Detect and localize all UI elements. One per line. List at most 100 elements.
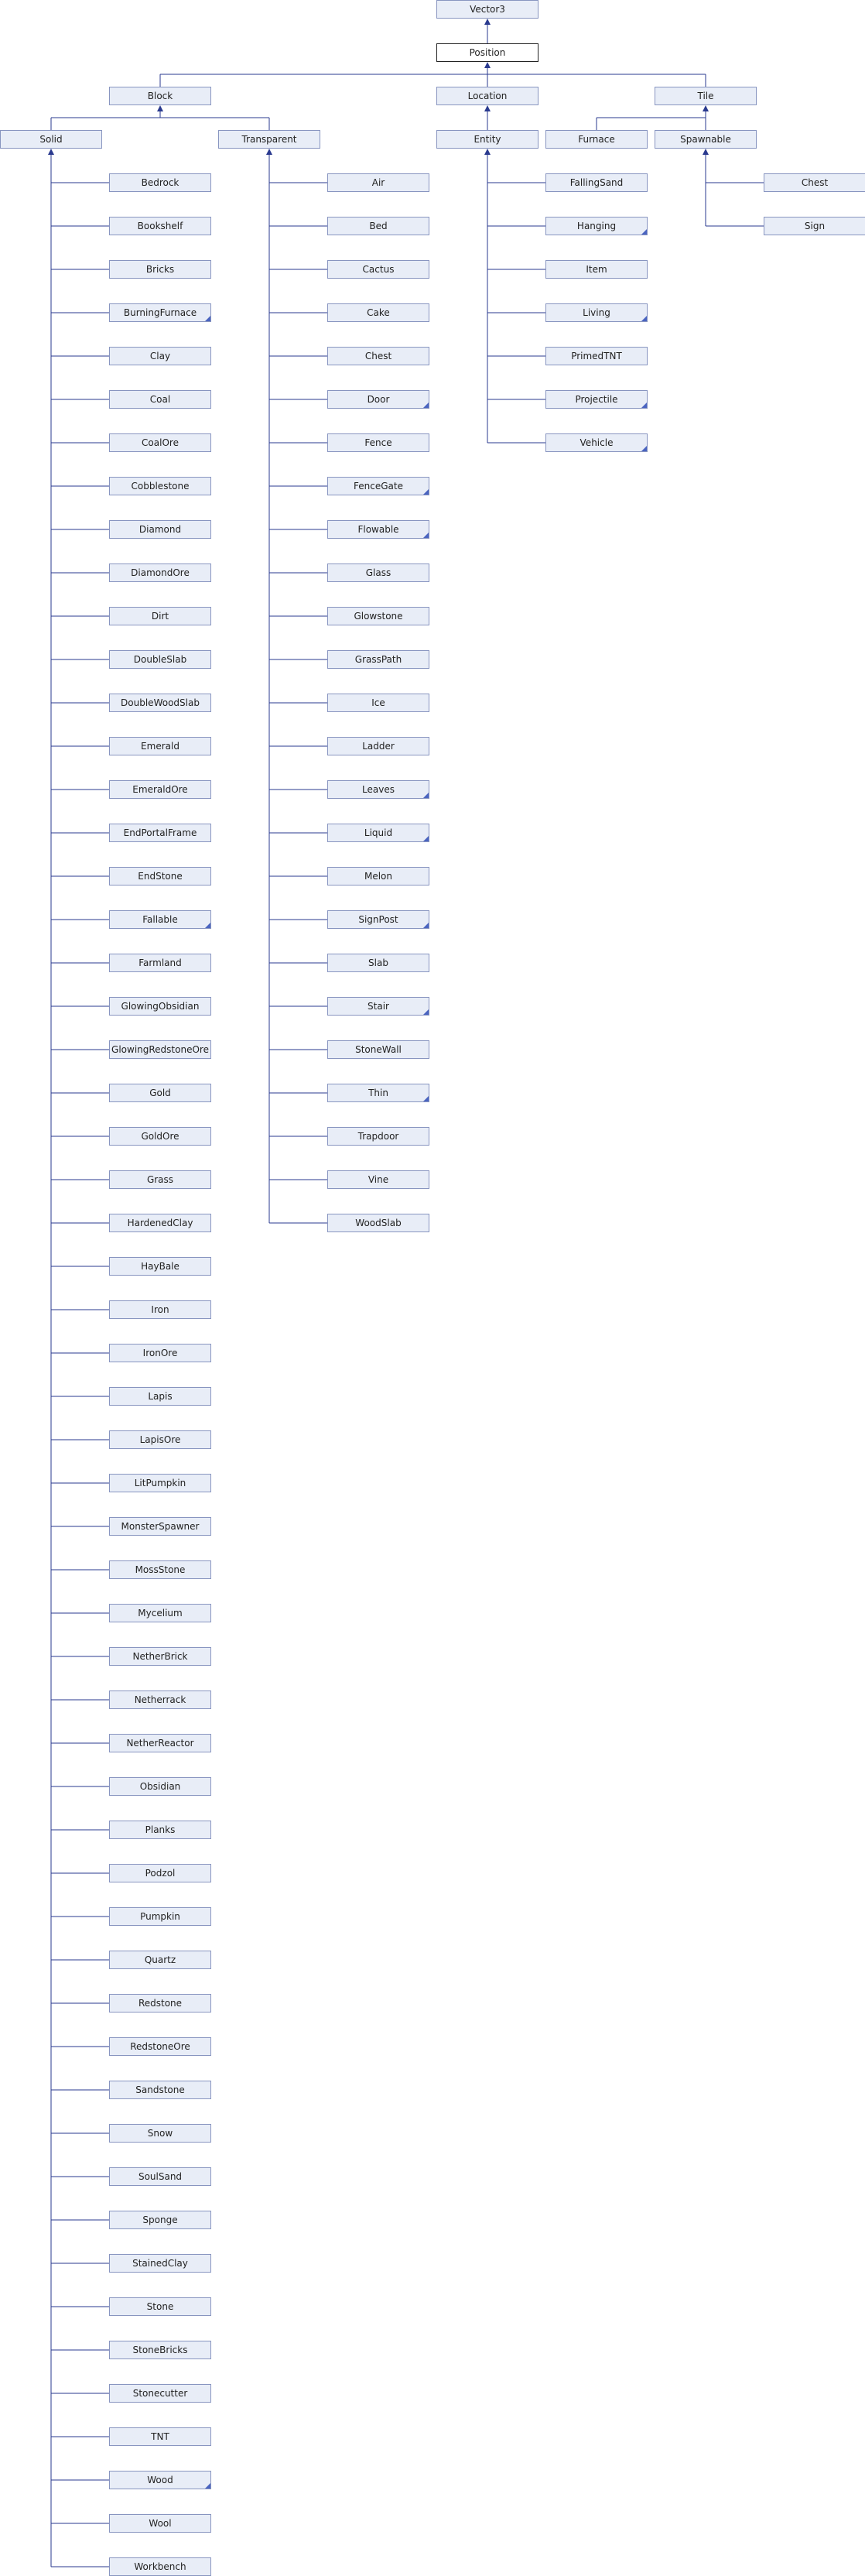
class-node-emerald-ore[interactable]: EmeraldOre [109, 780, 211, 799]
class-node-cactus[interactable]: Cactus [327, 260, 429, 279]
class-node-stone-wall[interactable]: StoneWall [327, 1040, 429, 1059]
class-node-solid[interactable]: Solid [0, 130, 102, 149]
class-node-block[interactable]: Block [109, 87, 211, 105]
class-node-entity[interactable]: Entity [436, 130, 538, 149]
class-node-farmland[interactable]: Farmland [109, 954, 211, 972]
class-node-gold-ore[interactable]: GoldOre [109, 1127, 211, 1146]
class-node-sandstone[interactable]: Sandstone [109, 2081, 211, 2099]
class-node-ladder[interactable]: Ladder [327, 737, 429, 755]
class-node-bookshelf[interactable]: Bookshelf [109, 217, 211, 235]
class-node-podzol[interactable]: Podzol [109, 1864, 211, 1882]
class-node-thin[interactable]: Thin [327, 1084, 429, 1102]
class-node-stonecutter[interactable]: Stonecutter [109, 2384, 211, 2403]
class-node-sponge[interactable]: Sponge [109, 2211, 211, 2229]
class-node-vine[interactable]: Vine [327, 1170, 429, 1189]
class-node-pumpkin[interactable]: Pumpkin [109, 1907, 211, 1926]
class-node-netherrack[interactable]: Netherrack [109, 1690, 211, 1709]
class-node-hay-bale[interactable]: HayBale [109, 1257, 211, 1276]
class-node-end-stone[interactable]: EndStone [109, 867, 211, 886]
class-node-leaves[interactable]: Leaves [327, 780, 429, 799]
class-node-glowing-obsidian[interactable]: GlowingObsidian [109, 997, 211, 1016]
class-node-snow[interactable]: Snow [109, 2124, 211, 2143]
class-node-item[interactable]: Item [545, 260, 648, 279]
class-node-glowstone[interactable]: Glowstone [327, 607, 429, 625]
class-node-nether-reactor[interactable]: NetherReactor [109, 1734, 211, 1752]
class-node-chest-block[interactable]: Chest [327, 347, 429, 365]
class-node-slab[interactable]: Slab [327, 954, 429, 972]
class-node-fence[interactable]: Fence [327, 433, 429, 452]
class-node-lit-pumpkin[interactable]: LitPumpkin [109, 1474, 211, 1492]
class-node-iron[interactable]: Iron [109, 1300, 211, 1319]
class-node-cobblestone[interactable]: Cobblestone [109, 477, 211, 495]
class-node-falling-sand[interactable]: FallingSand [545, 173, 648, 192]
class-node-workbench[interactable]: Workbench [109, 2557, 211, 2576]
class-node-bed[interactable]: Bed [327, 217, 429, 235]
class-node-diamond[interactable]: Diamond [109, 520, 211, 539]
class-node-stone[interactable]: Stone [109, 2297, 211, 2316]
class-node-iron-ore[interactable]: IronOre [109, 1344, 211, 1362]
class-node-gold[interactable]: Gold [109, 1084, 211, 1102]
class-node-lapis-ore[interactable]: LapisOre [109, 1430, 211, 1449]
class-node-cake[interactable]: Cake [327, 303, 429, 322]
class-node-fence-gate[interactable]: FenceGate [327, 477, 429, 495]
class-node-living[interactable]: Living [545, 303, 648, 322]
class-node-end-portal-frame[interactable]: EndPortalFrame [109, 824, 211, 842]
class-node-wood[interactable]: Wood [109, 2471, 211, 2489]
class-node-ice[interactable]: Ice [327, 694, 429, 712]
class-node-redstone-ore[interactable]: RedstoneOre [109, 2037, 211, 2056]
class-node-planks[interactable]: Planks [109, 1821, 211, 1839]
class-node-lapis[interactable]: Lapis [109, 1387, 211, 1406]
class-node-clay[interactable]: Clay [109, 347, 211, 365]
class-node-stone-bricks[interactable]: StoneBricks [109, 2341, 211, 2359]
class-node-primed-tnt[interactable]: PrimedTNT [545, 347, 648, 365]
class-node-nether-brick[interactable]: NetherBrick [109, 1647, 211, 1666]
class-node-double-wood-slab[interactable]: DoubleWoodSlab [109, 694, 211, 712]
class-node-dirt[interactable]: Dirt [109, 607, 211, 625]
class-node-wool[interactable]: Wool [109, 2514, 211, 2533]
class-node-position[interactable]: Position [436, 43, 538, 62]
class-node-flowable[interactable]: Flowable [327, 520, 429, 539]
class-node-redstone[interactable]: Redstone [109, 1994, 211, 2012]
class-node-projectile[interactable]: Projectile [545, 390, 648, 409]
class-node-obsidian[interactable]: Obsidian [109, 1777, 211, 1796]
class-node-stair[interactable]: Stair [327, 997, 429, 1016]
class-node-mycelium[interactable]: Mycelium [109, 1604, 211, 1622]
class-node-spawnable[interactable]: Spawnable [655, 130, 757, 149]
class-node-furnace[interactable]: Furnace [545, 130, 648, 149]
class-node-fallable[interactable]: Fallable [109, 910, 211, 929]
class-node-coal-ore[interactable]: CoalOre [109, 433, 211, 452]
class-node-glass[interactable]: Glass [327, 564, 429, 582]
class-node-tnt[interactable]: TNT [109, 2427, 211, 2446]
class-node-glowing-redstone-ore[interactable]: GlowingRedstoneOre [109, 1040, 211, 1059]
class-node-grass-path[interactable]: GrassPath [327, 650, 429, 669]
class-node-stained-clay[interactable]: StainedClay [109, 2254, 211, 2273]
class-node-quartz[interactable]: Quartz [109, 1951, 211, 1969]
class-node-chest-tile[interactable]: Chest [764, 173, 865, 192]
class-node-air[interactable]: Air [327, 173, 429, 192]
class-node-burning-furnace[interactable]: BurningFurnace [109, 303, 211, 322]
class-node-coal[interactable]: Coal [109, 390, 211, 409]
class-node-liquid[interactable]: Liquid [327, 824, 429, 842]
class-node-monster-spawner[interactable]: MonsterSpawner [109, 1517, 211, 1536]
class-node-melon[interactable]: Melon [327, 867, 429, 886]
class-node-hardened-clay[interactable]: HardenedClay [109, 1214, 211, 1232]
class-node-vector3[interactable]: Vector3 [436, 0, 538, 19]
class-node-sign[interactable]: Sign [764, 217, 865, 235]
class-node-bedrock[interactable]: Bedrock [109, 173, 211, 192]
class-node-grass[interactable]: Grass [109, 1170, 211, 1189]
class-node-double-slab[interactable]: DoubleSlab [109, 650, 211, 669]
class-node-emerald[interactable]: Emerald [109, 737, 211, 755]
class-node-tile[interactable]: Tile [655, 87, 757, 105]
class-node-moss-stone[interactable]: MossStone [109, 1560, 211, 1579]
class-node-trapdoor[interactable]: Trapdoor [327, 1127, 429, 1146]
class-node-transparent[interactable]: Transparent [218, 130, 320, 149]
class-node-wood-slab[interactable]: WoodSlab [327, 1214, 429, 1232]
class-node-vehicle[interactable]: Vehicle [545, 433, 648, 452]
class-node-diamond-ore[interactable]: DiamondOre [109, 564, 211, 582]
class-node-bricks[interactable]: Bricks [109, 260, 211, 279]
class-node-hanging[interactable]: Hanging [545, 217, 648, 235]
class-node-soul-sand[interactable]: SoulSand [109, 2167, 211, 2186]
class-node-sign-post[interactable]: SignPost [327, 910, 429, 929]
class-node-location[interactable]: Location [436, 87, 538, 105]
class-node-door[interactable]: Door [327, 390, 429, 409]
